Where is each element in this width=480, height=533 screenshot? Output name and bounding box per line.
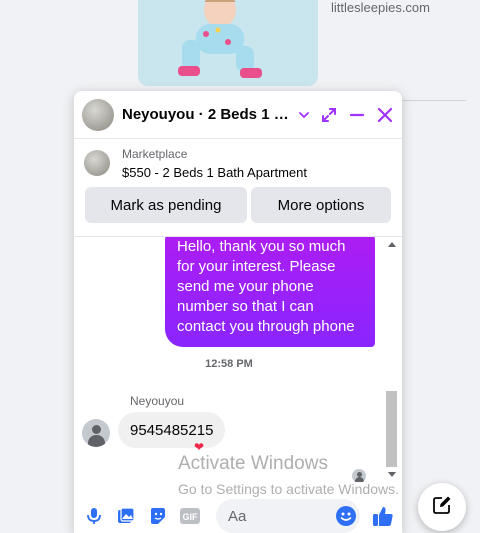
sender-name: Neyouyou	[130, 394, 185, 408]
listing-thumbnail	[84, 150, 110, 176]
chevron-down-icon[interactable]	[296, 107, 312, 123]
message-input[interactable]	[228, 507, 326, 525]
scroll-thumb[interactable]	[386, 391, 397, 467]
emoji-icon[interactable]	[336, 506, 356, 526]
message-timestamp: 12:58 PM	[205, 358, 253, 370]
close-icon[interactable]	[376, 106, 394, 124]
message-input-wrapper	[216, 499, 360, 533]
listing-name: $550 - 2 Beds 1 Bath Apartment	[122, 164, 308, 180]
microphone-icon[interactable]	[84, 506, 104, 526]
message-list: Hello, thank you so much for your intere…	[74, 236, 402, 482]
header-actions	[320, 106, 394, 124]
listing-actions: Mark as pending More options	[74, 187, 402, 223]
incoming-message[interactable]: 9545485215	[118, 412, 226, 448]
expand-icon[interactable]	[320, 106, 338, 124]
contact-avatar[interactable]	[82, 419, 110, 447]
chat-window: Neyouyou · 2 Beds 1 Bath Apartment Marke…	[74, 91, 402, 533]
chat-header: Neyouyou · 2 Beds 1 Bath Apartment	[74, 91, 402, 139]
minimize-icon[interactable]	[348, 106, 366, 124]
message-scrollbar[interactable]	[385, 236, 398, 482]
baby-photo	[178, 0, 262, 78]
heart-reaction-icon[interactable]: ❤	[194, 440, 204, 454]
feed-ad-link[interactable]: littlesleepies.com	[331, 0, 430, 15]
feed-ad-image[interactable]	[138, 0, 318, 86]
photo-icon[interactable]	[116, 506, 136, 526]
sticker-icon[interactable]	[148, 506, 168, 526]
conversation-title[interactable]: Neyouyou · 2 Beds 1 Bath Apartment	[122, 106, 290, 123]
new-message-button[interactable]	[418, 483, 466, 531]
marketplace-listing[interactable]: Marketplace $550 - 2 Beds 1 Bath Apartme…	[74, 139, 402, 187]
compose-icon	[432, 495, 452, 520]
scroll-up-arrow[interactable]	[388, 242, 396, 247]
mark-as-pending-button[interactable]: Mark as pending	[85, 187, 247, 223]
gif-icon[interactable]: GIF	[180, 506, 200, 526]
svg-text:GIF: GIF	[183, 512, 199, 522]
seen-indicator-avatar	[352, 469, 366, 482]
like-icon[interactable]	[372, 505, 394, 527]
outgoing-message[interactable]: Hello, thank you so much for your intere…	[165, 237, 375, 347]
more-options-button[interactable]: More options	[251, 187, 391, 223]
message-composer: GIF	[74, 496, 402, 533]
conversation-avatar[interactable]	[82, 98, 114, 131]
listing-source: Marketplace	[122, 146, 188, 161]
scroll-down-arrow[interactable]	[388, 472, 396, 477]
